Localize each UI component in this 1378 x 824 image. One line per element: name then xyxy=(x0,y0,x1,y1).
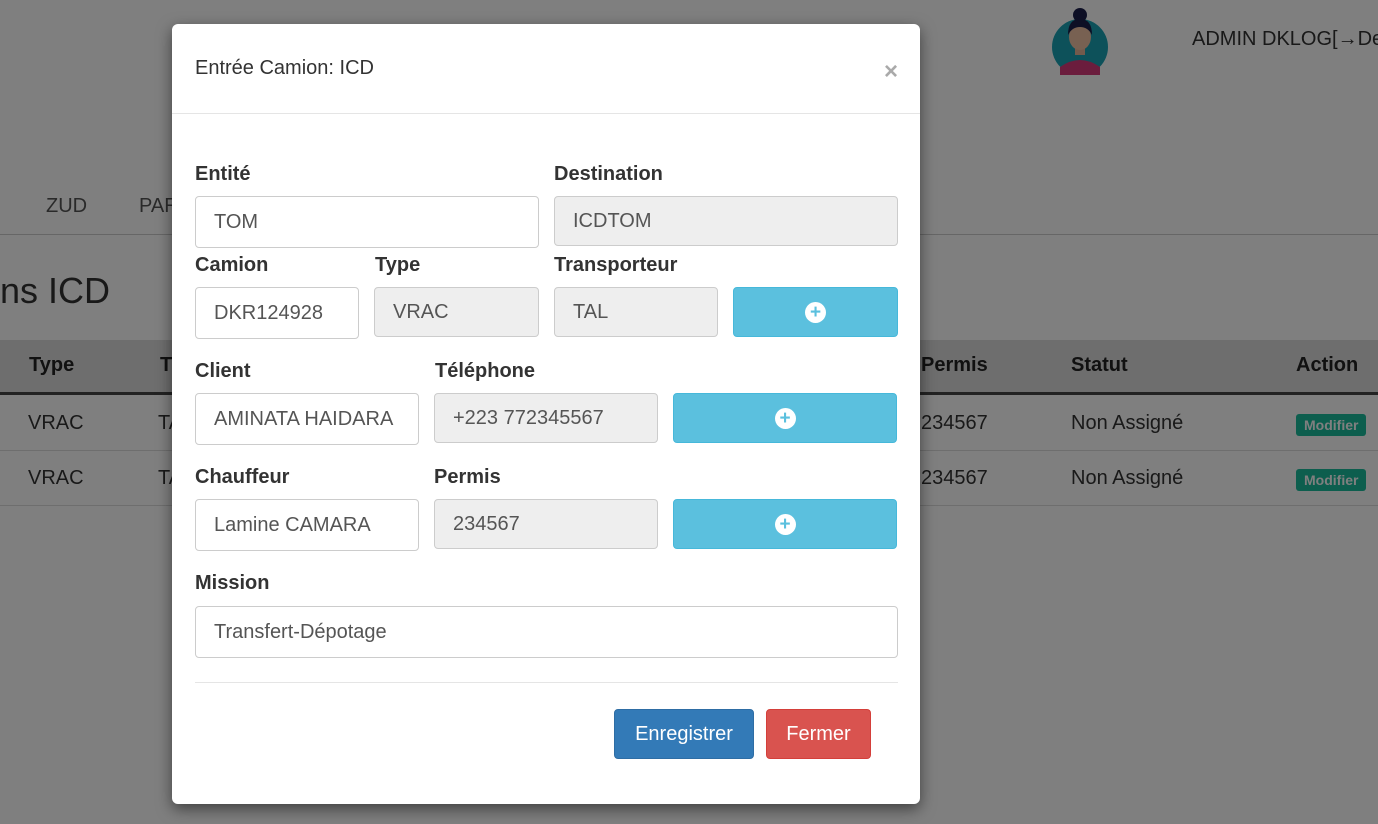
close-icon[interactable]: × xyxy=(884,60,898,84)
permis-input[interactable] xyxy=(434,499,658,549)
footer-divider xyxy=(195,682,898,683)
mission-label: Mission xyxy=(195,572,270,594)
transporteur-input[interactable] xyxy=(554,287,718,337)
client-label: Client xyxy=(195,360,251,382)
type-input[interactable] xyxy=(374,287,539,337)
entite-label: Entité xyxy=(195,163,251,185)
permis-label: Permis xyxy=(434,466,501,488)
type-label: Type xyxy=(375,254,421,276)
client-input[interactable] xyxy=(195,393,419,445)
chauffeur-label: Chauffeur xyxy=(195,466,290,488)
modal-header: Entrée Camion: ICD × xyxy=(172,24,920,114)
modal-title: Entrée Camion: ICD xyxy=(195,57,374,79)
add-transporteur-button[interactable]: + xyxy=(733,287,898,337)
add-client-button[interactable]: + xyxy=(673,393,897,443)
close-button[interactable]: Fermer xyxy=(766,709,871,759)
plus-circle-icon: + xyxy=(805,301,826,323)
add-chauffeur-button[interactable]: + xyxy=(673,499,897,549)
plus-circle-icon: + xyxy=(774,513,796,535)
telephone-input[interactable] xyxy=(434,393,658,443)
entite-input[interactable] xyxy=(195,196,539,248)
mission-input[interactable] xyxy=(195,606,898,658)
destination-label: Destination xyxy=(554,163,663,185)
plus-circle-icon: + xyxy=(774,407,796,429)
camion-input[interactable] xyxy=(195,287,359,339)
camion-label: Camion xyxy=(195,254,269,276)
telephone-label: Téléphone xyxy=(435,360,536,382)
transporteur-label: Transporteur xyxy=(554,254,678,276)
chauffeur-input[interactable] xyxy=(195,499,419,551)
destination-input[interactable] xyxy=(554,196,898,246)
save-button[interactable]: Enregistrer xyxy=(614,709,754,759)
entree-camion-modal: Entrée Camion: ICD × Entité Destination … xyxy=(172,24,920,804)
